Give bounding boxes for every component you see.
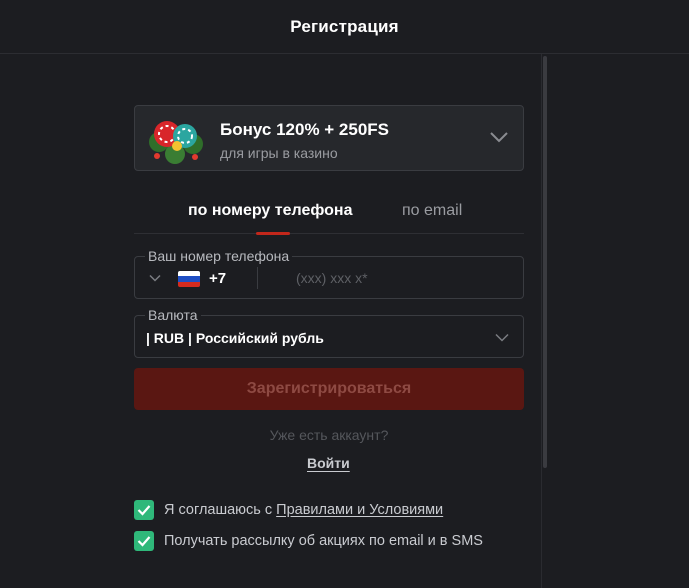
currency-label: Валюта <box>145 307 201 323</box>
terms-link[interactable]: Правилами и Условиями <box>276 502 443 518</box>
russia-flag-icon[interactable] <box>178 271 200 287</box>
page-title: Регистрация <box>290 16 399 36</box>
chevron-down-icon <box>495 333 509 342</box>
terms-checkbox[interactable] <box>134 500 154 520</box>
checkmark-icon <box>137 536 151 547</box>
header: Регистрация <box>0 0 689 54</box>
chevron-down-icon[interactable] <box>489 130 509 144</box>
bonus-subtitle: для игры в казино <box>220 145 338 161</box>
currency-value: | RUB | Российский рубль <box>146 330 324 346</box>
terms-prefix: Я соглашаюсь с <box>164 502 277 518</box>
newsletter-text: Получать рассылку об акциях по email и в… <box>164 533 483 549</box>
bonus-selector[interactable]: Бонус 120% + 250FS для игры в казино <box>134 105 524 171</box>
newsletter-row: Получать рассылку об акциях по email и в… <box>134 531 483 551</box>
phone-label: Ваш номер телефона <box>145 248 293 264</box>
tab-phone[interactable]: по номеру телефона <box>188 202 352 220</box>
registration-tabs: по номеру телефона по email <box>134 186 524 235</box>
register-button[interactable]: Зарегистрироваться <box>134 368 524 410</box>
have-account-text: Уже есть аккаунт? <box>269 427 389 443</box>
tab-email[interactable]: по email <box>402 202 462 220</box>
checkmark-icon <box>137 505 151 516</box>
divider <box>257 267 258 289</box>
chevron-down-icon[interactable] <box>149 274 161 282</box>
login-link[interactable]: Войти <box>307 455 350 471</box>
scrollbar-thumb[interactable] <box>543 56 547 468</box>
terms-agreement-row: Я соглашаюсь с Правилами и Условиями <box>134 500 443 520</box>
phone-field: Ваш номер телефона +7 <box>134 248 524 299</box>
active-tab-indicator <box>256 232 290 235</box>
country-code: +7 <box>209 270 227 287</box>
newsletter-checkbox[interactable] <box>134 531 154 551</box>
terms-text: Я соглашаюсь с Правилами и Условиями <box>164 502 443 518</box>
casino-chips-wreath-icon <box>149 121 203 164</box>
phone-input[interactable] <box>296 268 506 288</box>
currency-select[interactable]: Валюта | RUB | Российский рубль <box>134 307 524 358</box>
bonus-title: Бонус 120% + 250FS <box>220 120 390 139</box>
